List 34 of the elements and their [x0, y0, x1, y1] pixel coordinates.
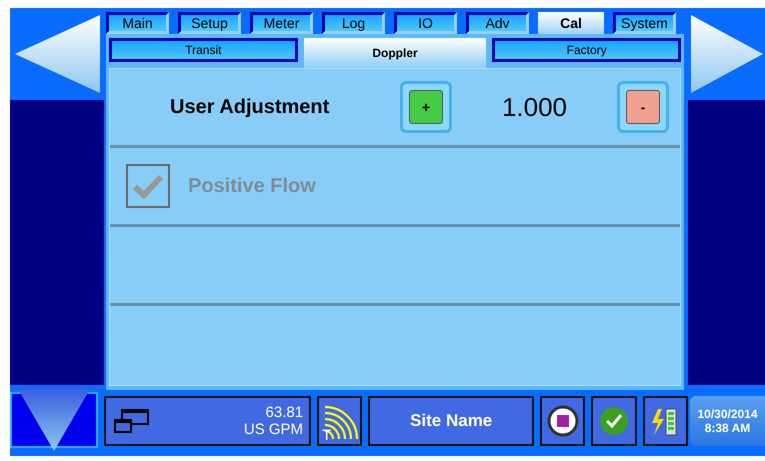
tab[interactable]: Adv	[466, 12, 529, 34]
adjustment-label: User Adjustment	[170, 96, 330, 118]
power-button[interactable]	[642, 396, 688, 446]
checkmark-icon	[132, 173, 164, 199]
windows-icon	[114, 408, 150, 434]
stop-icon	[546, 405, 579, 437]
tab[interactable]: IO	[394, 12, 457, 34]
check-icon	[598, 406, 629, 436]
tab[interactable]: System	[613, 12, 676, 34]
tab[interactable]: Meter	[250, 12, 313, 34]
stop-button[interactable]	[540, 396, 586, 446]
flow-unit: US GPM	[244, 421, 304, 438]
tab[interactable]: Doppler	[304, 38, 486, 68]
time-text: 8:38 AM	[704, 421, 750, 435]
adjustment-value: 1.000	[500, 92, 568, 122]
down-arrow-icon[interactable]	[18, 389, 90, 451]
tab[interactable]: Factory	[492, 38, 682, 62]
signal-label: T	[322, 427, 332, 444]
flow-value: 63.81	[266, 404, 304, 421]
tab[interactable]: Transit	[109, 38, 298, 62]
checkbox-label: Positive Flow	[188, 174, 316, 198]
site-name-panel[interactable]: Site Name	[368, 396, 534, 446]
minus-button[interactable]: -	[617, 81, 669, 133]
left-arrow-icon[interactable]	[14, 15, 100, 93]
date-text: 10/30/2014	[697, 407, 758, 421]
tab[interactable]: Main	[106, 12, 169, 34]
right-arrow-icon[interactable]	[690, 15, 762, 93]
tab[interactable]: Setup	[178, 12, 241, 34]
status-button[interactable]	[591, 396, 637, 446]
tab[interactable]: Log	[322, 12, 385, 34]
tab[interactable]: Cal	[538, 12, 604, 34]
flow-reading-panel[interactable]: 63.81 US GPM	[104, 396, 312, 446]
plus-button[interactable]: +	[400, 81, 452, 133]
signal-button[interactable]: T	[317, 396, 362, 446]
